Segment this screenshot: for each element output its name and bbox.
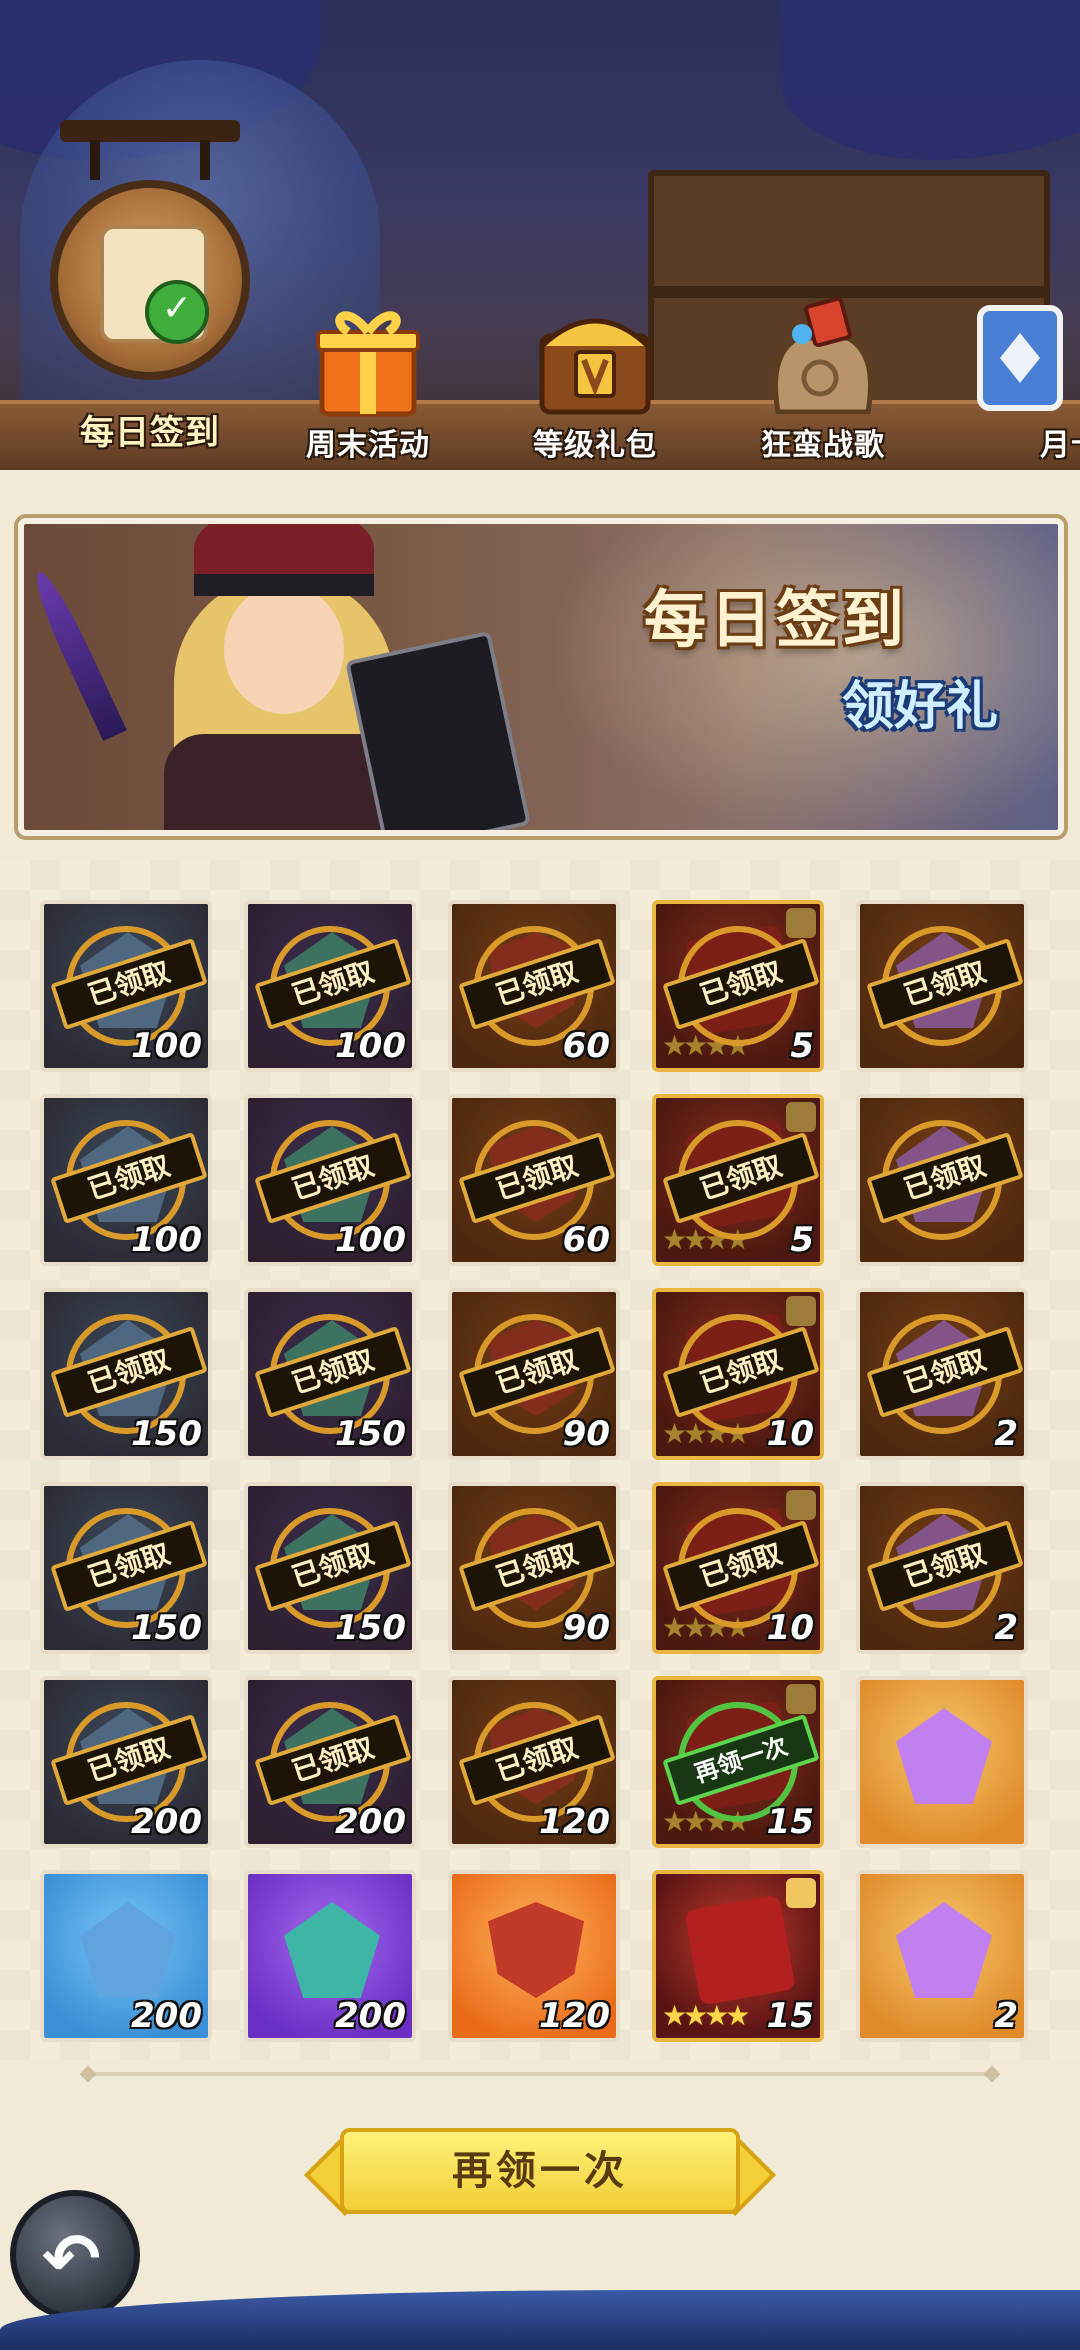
reward-quantity: 200 [335, 1802, 406, 1842]
reward-quantity: 150 [335, 1414, 406, 1454]
reward-quantity: 5 [790, 1026, 814, 1066]
reward-quantity: 100 [335, 1220, 406, 1260]
reward-quantity: 100 [131, 1026, 202, 1066]
reward-quantity: 120 [539, 1996, 610, 2036]
tab-label: 每日签到 [80, 413, 220, 453]
reward-quantity: 200 [335, 1996, 406, 2036]
star-rating: ★★★★ [662, 1999, 750, 2032]
reward-cell[interactable]: 已领取 150 [244, 1482, 416, 1654]
reward-quantity: 100 [131, 1220, 202, 1260]
crystal-icon [284, 1902, 380, 1998]
reclaim-button[interactable]: 再领一次 [340, 2128, 740, 2214]
shield-crest-icon [488, 1902, 584, 1998]
relic-gem-icon [896, 1708, 992, 1804]
reward-quantity: 2 [994, 1414, 1018, 1454]
reward-cell[interactable]: ★★★★ 已领取 10 [652, 1482, 824, 1654]
reward-cell[interactable]: 已领取 100 [244, 900, 416, 1072]
rewards-grid: 已领取 100 已领取 100 已领取 60 ★★★★ 已领取 5 已领取 已领取 100 已领取 100… [0, 860, 1080, 2060]
bottom-decoration [0, 2290, 1080, 2350]
reward-cell[interactable]: ★★★★ 15 [652, 1870, 824, 2042]
reward-quantity: 10 [766, 1608, 814, 1648]
reward-cell[interactable]: 200 [244, 1870, 416, 2042]
treasure-chest-icon [539, 318, 651, 415]
hero-character [114, 524, 531, 830]
reward-quantity: 15 [766, 1996, 814, 2036]
reward-cell[interactable]: 已领取 100 [244, 1094, 416, 1266]
card-icon [977, 305, 1063, 411]
reward-cell[interactable]: 120 [448, 1870, 620, 2042]
banner-subtitle: 领好礼 [841, 677, 998, 737]
shop-scene: ✓ 每日签到 周末活动 等级礼包 狂蛮战歌 月 [0, 0, 1080, 470]
reward-cell[interactable]: 2 [856, 1870, 1028, 2042]
banner-title: 每日签到 [643, 583, 908, 656]
scroll-check-icon: ✓ [50, 100, 250, 380]
reward-quantity: 5 [790, 1220, 814, 1260]
reward-cell[interactable]: 已领取 200 [244, 1676, 416, 1848]
loot-bag-icon [773, 296, 873, 414]
reward-quantity: 15 [766, 1802, 814, 1842]
reward-quantity: 200 [131, 1802, 202, 1842]
tab-label: 等级礼包 [533, 428, 657, 463]
reward-cell[interactable]: 已领取 200 [40, 1676, 212, 1848]
reward-quantity: 150 [335, 1608, 406, 1648]
reward-cell[interactable]: 已领取 90 [448, 1482, 620, 1654]
reward-quantity: 60 [562, 1220, 610, 1260]
reward-cell[interactable]: 已领取 150 [40, 1288, 212, 1460]
reward-cell[interactable]: 已领取 60 [448, 1094, 620, 1266]
divider [90, 2072, 990, 2076]
relic-gem-icon [896, 1902, 992, 1998]
tab-label: 狂蛮战歌 [761, 428, 885, 463]
reward-quantity: 150 [131, 1414, 202, 1454]
reward-cell[interactable]: 已领取 60 [448, 900, 620, 1072]
diamond-icon [80, 1902, 176, 1998]
reward-cell[interactable]: ★★★★ 已领取 5 [652, 900, 824, 1072]
curtain-right [780, 0, 1080, 160]
hero-card-icon [684, 1894, 796, 2006]
reward-quantity: 100 [335, 1026, 406, 1066]
reward-quantity: 200 [131, 1996, 202, 2036]
reward-quantity: 120 [539, 1802, 610, 1842]
reward-cell[interactable]: 200 [40, 1870, 212, 2042]
back-arrow-icon: ↶ [42, 2218, 101, 2300]
tab-label: 月卡 [1040, 428, 1080, 463]
reward-quantity: 150 [131, 1608, 202, 1648]
daily-signin-banner: 每日签到 领好礼 [18, 518, 1064, 836]
reward-quantity: 90 [562, 1414, 610, 1454]
reward-cell[interactable] [856, 1676, 1028, 1848]
reward-cell[interactable]: 已领取 120 [448, 1676, 620, 1848]
reward-quantity: 90 [562, 1608, 610, 1648]
reward-cell[interactable]: ★★★★ 再领一次 15 [652, 1676, 824, 1848]
tab-daily-signin[interactable]: ✓ 每日签到 [50, 100, 250, 460]
reward-cell[interactable]: 已领取 150 [244, 1288, 416, 1460]
gift-box-icon [316, 311, 420, 417]
reward-cell[interactable]: 已领取 100 [40, 1094, 212, 1266]
reward-quantity: 2 [994, 1996, 1018, 2036]
reward-cell[interactable]: 已领取 100 [40, 900, 212, 1072]
reward-cell[interactable]: 已领取 150 [40, 1482, 212, 1654]
reward-cell[interactable]: 已领取 90 [448, 1288, 620, 1460]
reward-quantity: 2 [994, 1608, 1018, 1648]
puzzle-piece-icon [786, 1878, 816, 1908]
reward-cell[interactable]: 已领取 2 [856, 1288, 1028, 1460]
tab-label: 周末活动 [306, 428, 430, 463]
reward-quantity: 60 [562, 1026, 610, 1066]
reward-cell[interactable]: 已领取 2 [856, 1482, 1028, 1654]
back-button[interactable]: ↶ [10, 2190, 140, 2320]
quill-icon [27, 566, 127, 742]
reward-cell[interactable]: ★★★★ 已领取 5 [652, 1094, 824, 1266]
reward-quantity: 10 [766, 1414, 814, 1454]
reward-cell[interactable]: 已领取 [856, 900, 1028, 1072]
reward-cell[interactable]: 已领取 [856, 1094, 1028, 1266]
reward-cell[interactable]: ★★★★ 已领取 10 [652, 1288, 824, 1460]
